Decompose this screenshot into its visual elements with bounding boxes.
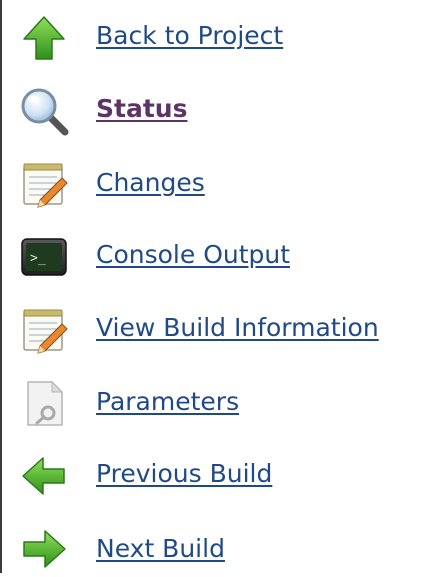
task-next-build: Next Build <box>0 517 443 577</box>
up-arrow-icon[interactable] <box>18 12 70 64</box>
task-previous-build: Previous Build <box>0 444 443 504</box>
right-arrow-icon[interactable] <box>18 523 70 575</box>
task-link-parameters[interactable]: Parameters <box>96 387 239 417</box>
document-gear-icon[interactable] <box>18 377 70 429</box>
task-changes: Changes <box>0 152 443 212</box>
task-status: Status <box>0 79 443 139</box>
notepad-icon[interactable] <box>18 158 70 210</box>
search-icon[interactable] <box>18 85 70 137</box>
task-link-view-build-information[interactable]: View Build Information <box>96 313 379 343</box>
task-link-status[interactable]: Status <box>96 94 187 124</box>
notepad-icon[interactable] <box>18 304 70 356</box>
task-console-output: >_ Console Output <box>0 225 443 285</box>
task-link-console-output[interactable]: Console Output <box>96 240 290 270</box>
task-link-previous-build[interactable]: Previous Build <box>96 459 272 489</box>
task-link-back-to-project[interactable]: Back to Project <box>96 21 283 51</box>
task-parameters: Parameters <box>0 371 443 431</box>
task-link-next-build[interactable]: Next Build <box>96 534 225 564</box>
left-arrow-icon[interactable] <box>18 450 70 502</box>
task-view-build-information: View Build Information <box>0 298 443 358</box>
svg-text:>_: >_ <box>30 251 46 266</box>
build-side-panel: Back to Project Status Changes >_ Consol… <box>0 0 443 573</box>
task-link-changes[interactable]: Changes <box>96 168 205 198</box>
terminal-icon[interactable]: >_ <box>18 231 70 283</box>
task-back-to-project: Back to Project <box>0 6 443 66</box>
